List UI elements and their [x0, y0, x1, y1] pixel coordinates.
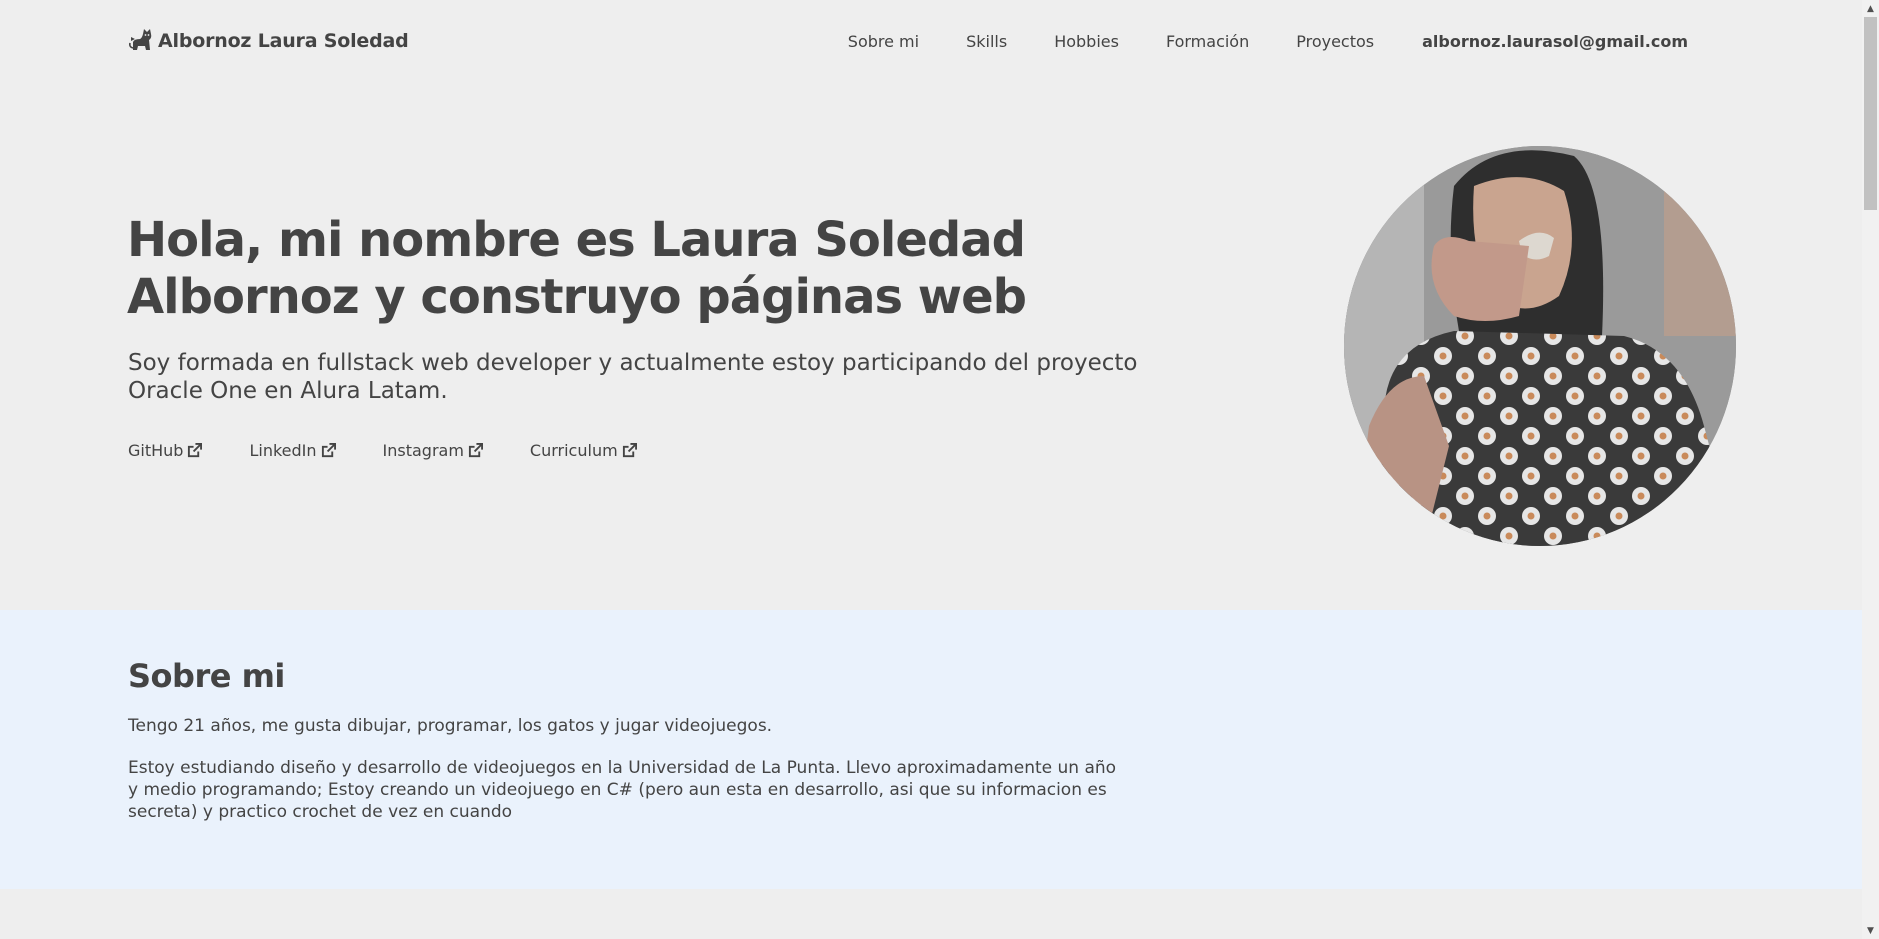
instagram-link[interactable]: Instagram — [383, 441, 483, 460]
github-link-label: GitHub — [128, 441, 184, 460]
hero-subtitle: Soy formada en fullstack web developer y… — [128, 350, 1138, 404]
external-link-icon — [188, 443, 203, 458]
scroll-down-arrow-icon[interactable]: ▼ — [1862, 922, 1879, 939]
brand-name: Albornoz Laura Soledad — [158, 30, 409, 52]
about-paragraph-1: Tengo 21 años, me gusta dibujar, program… — [128, 716, 773, 736]
profile-photo — [1344, 146, 1736, 546]
site-header: Albornoz Laura Soledad Sobre mi Skills H… — [128, 24, 1688, 58]
external-link-icon — [321, 443, 336, 458]
scrollbar[interactable]: ▲ ▼ — [1862, 0, 1879, 939]
scroll-up-arrow-icon[interactable]: ▲ — [1862, 0, 1879, 17]
main-nav: Sobre mi Skills Hobbies Formación Proyec… — [801, 32, 1688, 51]
linkedin-link[interactable]: LinkedIn — [249, 441, 336, 460]
cat-icon — [128, 28, 154, 54]
nav-link-sobre-mi[interactable]: Sobre mi — [848, 32, 919, 51]
about-section: Sobre mi Tengo 21 años, me gusta dibujar… — [0, 610, 1862, 889]
email-link[interactable]: albornoz.laurasol@gmail.com — [1422, 32, 1688, 51]
nav-link-hobbies[interactable]: Hobbies — [1054, 32, 1119, 51]
hero-title: Hola, mi nombre es Laura Soledad Alborno… — [127, 212, 1027, 325]
page: Albornoz Laura Soledad Sobre mi Skills H… — [0, 0, 1862, 939]
nav-link-formacion[interactable]: Formación — [1166, 32, 1249, 51]
social-links: GitHub LinkedIn Instagram Curriculum — [128, 441, 684, 460]
linkedin-link-label: LinkedIn — [249, 441, 317, 460]
about-title: Sobre mi — [128, 657, 285, 695]
nav-link-proyectos[interactable]: Proyectos — [1296, 32, 1374, 51]
curriculum-link[interactable]: Curriculum — [530, 441, 637, 460]
brand-link[interactable]: Albornoz Laura Soledad — [128, 28, 409, 54]
github-link[interactable]: GitHub — [128, 441, 203, 460]
instagram-link-label: Instagram — [382, 441, 464, 460]
about-paragraph-2: Estoy estudiando diseño y desarrollo de … — [128, 758, 1117, 822]
curriculum-link-label: Curriculum — [529, 441, 618, 460]
external-link-icon — [468, 443, 483, 458]
scrollbar-thumb[interactable] — [1864, 17, 1877, 210]
external-link-icon — [622, 443, 637, 458]
nav-link-skills[interactable]: Skills — [966, 32, 1007, 51]
